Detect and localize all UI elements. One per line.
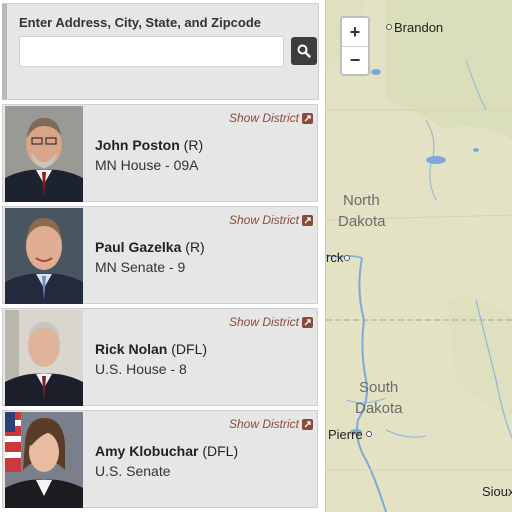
- show-district-label: Show District: [228, 417, 299, 431]
- show-district-label: Show District: [228, 111, 299, 125]
- representatives-panel: Enter Address, City, State, and Zipcode: [0, 0, 322, 512]
- rep-name-text: Rick Nolan: [95, 341, 168, 357]
- city-label-bismarck: rck: [326, 250, 344, 265]
- city-label-brandon: Brandon: [394, 20, 444, 35]
- rep-name-text: Paul Gazelka: [95, 239, 182, 255]
- show-district-link[interactable]: Show District: [229, 213, 313, 227]
- representative-name: Amy Klobuchar (DFL): [95, 443, 238, 459]
- search-button[interactable]: [291, 37, 317, 65]
- app-root: Enter Address, City, State, and Zipcode: [0, 0, 512, 512]
- search-label: Enter Address, City, State, and Zipcode: [19, 15, 261, 30]
- zoom-out-button[interactable]: −: [342, 46, 368, 74]
- show-district-label: Show District: [228, 315, 299, 329]
- representative-district: U.S. House - 8: [95, 361, 187, 377]
- external-link-icon: [302, 418, 313, 430]
- search-icon: [297, 44, 311, 58]
- zoom-in-button[interactable]: +: [342, 18, 368, 46]
- state-label-dakota: Dakota: [338, 213, 386, 230]
- representative-district: U.S. Senate: [95, 463, 171, 479]
- headshot-photo: [5, 412, 83, 508]
- representative-card: Show District Rick Nolan (DFL) U.S. Hous…: [2, 308, 318, 406]
- external-link-icon: [302, 316, 313, 328]
- representative-name: John Poston (R): [95, 137, 203, 153]
- show-district-link[interactable]: Show District: [229, 111, 313, 125]
- representative-district: MN Senate - 9: [95, 259, 186, 275]
- representative-name: Rick Nolan (DFL): [95, 341, 207, 357]
- headshot-photo: [5, 106, 83, 202]
- rep-name-text: Amy Klobuchar: [95, 443, 199, 459]
- address-search-input[interactable]: [19, 36, 284, 67]
- show-district-link[interactable]: Show District: [229, 315, 313, 329]
- show-district-label: Show District: [228, 213, 299, 227]
- representative-district: MN House - 09A: [95, 157, 199, 173]
- representative-name: Paul Gazelka (R): [95, 239, 205, 255]
- external-link-icon: [302, 112, 313, 124]
- show-district-link[interactable]: Show District: [229, 417, 313, 431]
- zoom-control: + −: [340, 16, 370, 76]
- city-label-sioux: Sioux: [482, 484, 512, 499]
- rep-party: (R): [183, 137, 204, 153]
- state-label-south-dakota: Dakota: [355, 400, 403, 417]
- representative-card: Show District Amy Klobuchar (DFL) U.S. S…: [2, 410, 318, 508]
- rep-party: (DFL): [171, 341, 208, 357]
- headshot-photo: [5, 208, 83, 304]
- external-link-icon: [302, 214, 313, 226]
- city-label-pierre: Pierre: [328, 427, 363, 442]
- rep-party: (R): [185, 239, 205, 255]
- state-label-south: South: [359, 379, 399, 396]
- rep-party: (DFL): [202, 443, 239, 459]
- headshot-photo: [5, 310, 83, 406]
- rep-name-text: John Poston: [95, 137, 180, 153]
- representative-card: Show District John Poston (R) MN House -…: [2, 104, 318, 202]
- representative-card: Show District Paul Gazelka (R) MN Senate…: [2, 206, 318, 304]
- address-search-panel: Enter Address, City, State, and Zipcode: [2, 3, 319, 100]
- district-map[interactable]: + − Brandon North Dakota rck South Dakot…: [325, 0, 512, 512]
- state-label-north: North: [343, 192, 380, 209]
